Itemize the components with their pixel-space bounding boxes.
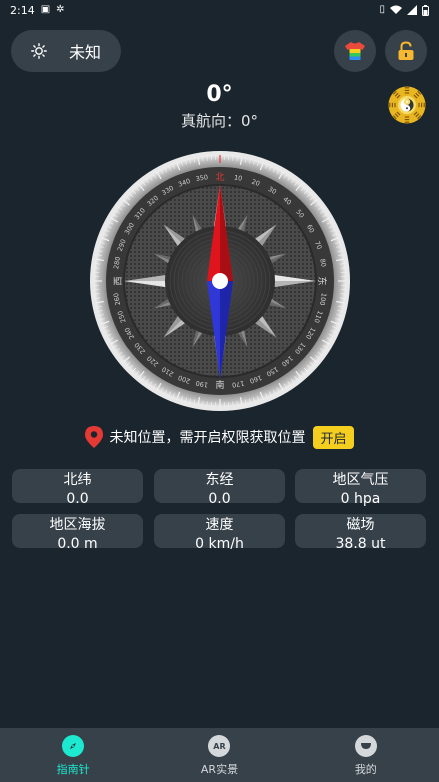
- location-pin-icon: [85, 426, 104, 448]
- card-value: 0.0 m: [57, 536, 98, 549]
- signal-icon: [407, 5, 417, 15]
- sun-icon: [31, 43, 47, 59]
- card-value: 38.8 ut: [335, 536, 386, 549]
- compass-degree-label: 10: [233, 173, 243, 182]
- card-title: 地区海拔: [49, 517, 106, 533]
- nav-profile[interactable]: 我的: [293, 728, 439, 782]
- card-title: 北纬: [63, 472, 92, 488]
- location-row: 未知位置，需开启权限获取位置 开启: [0, 425, 439, 449]
- card-title: 东经: [205, 472, 234, 488]
- lock-button[interactable]: [385, 30, 427, 72]
- cardinal-east: 东: [316, 276, 328, 285]
- status-bar: 2:14 ▣ ✲ ▯: [0, 0, 439, 20]
- compass-icon: [62, 735, 85, 757]
- notification-icon: ▣: [40, 4, 51, 15]
- theme-button[interactable]: [334, 30, 376, 72]
- card-longitude: 东经 0.0: [154, 469, 285, 507]
- card-value: 0 km/h: [195, 536, 244, 549]
- status-time: 2:14: [10, 3, 35, 17]
- nav-ar[interactable]: AR AR实景: [146, 728, 292, 782]
- true-heading: 真航向：0°: [180, 112, 259, 130]
- nav-label: 我的: [354, 763, 377, 776]
- nav-compass[interactable]: 指南针: [0, 728, 146, 782]
- nav-label: 指南针: [56, 763, 90, 776]
- wifi-icon: [390, 5, 402, 14]
- cardinal-south: 南: [215, 379, 224, 391]
- cardinal-north: 北: [215, 172, 224, 183]
- card-value: 0.0: [208, 491, 231, 507]
- weather-label: 未知: [69, 43, 102, 62]
- shirt-icon: [345, 42, 365, 60]
- bug-icon: ✲: [56, 4, 65, 15]
- card-altitude: 地区海拔 0.0 m: [12, 514, 143, 549]
- needle-pivot: [212, 273, 228, 289]
- compass-degree-label: 80: [318, 258, 327, 268]
- card-title: 地区气压: [332, 472, 389, 488]
- card-title: 速度: [205, 517, 234, 533]
- profile-icon: [354, 735, 377, 757]
- heading-value: 0°: [206, 82, 233, 107]
- info-grid: 北纬 0.0 东经 0.0 地区气压 0 hpa 地区海拔 0.0 m 速度 0…: [12, 469, 426, 549]
- compass-dial: 10 20304050607080100110120130140150160170…: [90, 151, 350, 411]
- enable-location-button[interactable]: 开启: [313, 425, 354, 449]
- card-value: 0 hpa: [340, 491, 381, 507]
- card-title: 磁场: [346, 517, 375, 533]
- battery-icon: [422, 4, 429, 16]
- status-left: 2:14 ▣ ✲: [10, 4, 65, 17]
- cardinal-west: 西: [113, 276, 124, 285]
- card-value: 0.0: [66, 491, 89, 507]
- weather-button[interactable]: 未知: [11, 30, 121, 72]
- bottom-nav: 指南针 AR AR实景 我的: [0, 728, 439, 782]
- ar-icon-text: AR: [213, 741, 226, 751]
- card-speed: 速度 0 km/h: [154, 514, 285, 549]
- ar-icon: AR: [208, 735, 231, 757]
- unlock-icon: [398, 41, 414, 60]
- location-text: 未知位置，需开启权限获取位置: [109, 430, 306, 446]
- nav-label: AR实景: [200, 763, 239, 776]
- card-pressure: 地区气压 0 hpa: [295, 469, 426, 507]
- vibrate-icon: ▯: [379, 4, 385, 15]
- card-latitude: 北纬 0.0: [12, 469, 143, 507]
- status-right: ▯: [379, 4, 429, 16]
- card-magnetic: 磁场 38.8 ut: [295, 514, 426, 549]
